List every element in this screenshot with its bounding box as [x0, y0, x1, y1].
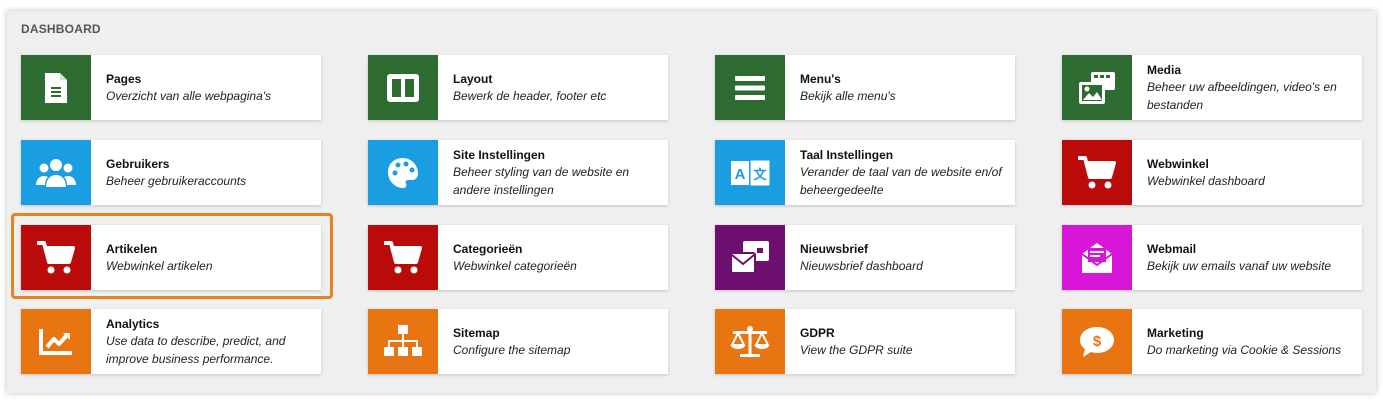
- tile-title: Webmail: [1147, 241, 1197, 256]
- layout-icon: [368, 55, 438, 120]
- tile-pages[interactable]: Pages Overzicht van alle webpagina's: [21, 55, 321, 120]
- tile-media[interactable]: Media Beheer uw afbeeldingen, video's en …: [1062, 55, 1362, 120]
- tile-description: View the GDPR suite: [800, 342, 913, 357]
- svg-text:A: A: [735, 166, 746, 183]
- svg-text:文: 文: [753, 167, 767, 183]
- language-icon: A文: [715, 140, 785, 205]
- tile-description: Webwinkel categorieën: [453, 258, 577, 273]
- selection-highlight: [11, 213, 333, 299]
- tile-categorieen[interactable]: Categorieën Webwinkel categorieën: [368, 225, 668, 290]
- tile-description: Do marketing via Cookie & Sessions: [1147, 342, 1342, 357]
- scale-icon: [715, 309, 785, 374]
- tile-text: Marketing Do marketing via Cookie & Sessi…: [1147, 309, 1354, 374]
- palette-icon: [368, 140, 438, 205]
- chart-icon: [21, 309, 91, 374]
- tile-analytics[interactable]: Analytics Use data to describe, predict, …: [21, 309, 321, 374]
- panel-title: DASHBOARD: [21, 22, 101, 36]
- tile-description: Bekijk alle menu's: [800, 88, 896, 103]
- mail-icon: [1062, 225, 1132, 290]
- tile-sitemap[interactable]: Sitemap Configure the sitemap: [368, 309, 668, 374]
- tile-webwinkel[interactable]: Webwinkel Webwinkel dashboard: [1062, 140, 1362, 205]
- tile-description: Bekijk uw emails vanaf uw website: [1147, 258, 1332, 273]
- tile-title: Marketing: [1147, 325, 1204, 340]
- users-icon: [21, 140, 91, 205]
- tile-marketing[interactable]: $ Marketing Do marketing via Cookie & Sess…: [1062, 309, 1362, 374]
- menu-icon: [715, 55, 785, 120]
- tile-taal-instellingen[interactable]: A 文 Taal Instellingen Verander de taal van …: [715, 140, 1015, 205]
- tile-text: Webwinkel Webwinkel dashboard: [1147, 140, 1354, 205]
- media-icon: [1062, 55, 1132, 120]
- tile-text: Layout Bewerk de header, footer etc: [453, 55, 660, 120]
- tile-text: GDPR View the GDPR suite: [800, 309, 1007, 374]
- document-icon: [21, 55, 91, 120]
- tile-text: Gebruikers Beheer gebruikeraccounts: [106, 140, 313, 205]
- dollar-chat-icon: $: [1062, 309, 1132, 374]
- tile-text: Pages Overzicht van alle webpagina's: [106, 55, 313, 120]
- tile-text: Taal Instellingen Verander de taal van de…: [800, 140, 1007, 205]
- tile-title: Categorieën: [453, 241, 523, 256]
- tile-text: Webmail Bekijk uw emails vanaf uw website: [1147, 225, 1354, 290]
- tile-site-instellingen[interactable]: Site Instellingen Beheer styling van de w…: [368, 140, 668, 205]
- tile-description: Beheer uw afbeeldingen, video's en besta…: [1147, 79, 1337, 112]
- tile-title: Analytics: [106, 316, 160, 331]
- tile-description: Configure the sitemap: [453, 342, 571, 357]
- svg-text:$: $: [1093, 333, 1102, 350]
- sitemap-icon: [368, 309, 438, 374]
- tile-text: Media Beheer uw afbeeldingen, video's en …: [1147, 55, 1354, 120]
- tile-description: Beheer styling van de website en andere …: [453, 164, 630, 197]
- tile-title: Webwinkel: [1147, 156, 1209, 171]
- tile-layout[interactable]: Layout Bewerk de header, footer etc: [368, 55, 668, 120]
- tile-description: Verander de taal van de website en/of be…: [800, 164, 1002, 197]
- newsletter-icon: [715, 225, 785, 290]
- tile-text: Site Instellingen Beheer styling van de w…: [453, 140, 660, 205]
- tile-text: Analytics Use data to describe, predict, …: [106, 309, 313, 374]
- tile-nieuwsbrief[interactable]: Nieuwsbrief Nieuwsbrief dashboard: [715, 225, 1015, 290]
- tile-text: Sitemap Configure the sitemap: [453, 309, 660, 374]
- cart-icon: [1062, 140, 1132, 205]
- tile-description: Overzicht van alle webpagina's: [106, 88, 272, 103]
- tile-menu-s[interactable]: Menu's Bekijk alle menu's: [715, 55, 1015, 120]
- tile-title: Gebruikers: [106, 156, 170, 171]
- tile-title: Site Instellingen: [453, 147, 546, 162]
- tile-title: GDPR: [800, 325, 835, 340]
- tile-title: Menu's: [800, 71, 841, 86]
- tile-description: Webwinkel dashboard: [1147, 173, 1265, 188]
- tile-description: Nieuwsbrief dashboard: [800, 258, 923, 273]
- tile-gdpr[interactable]: GDPR View the GDPR suite: [715, 309, 1015, 374]
- cart-icon: [368, 225, 438, 290]
- tile-title: Layout: [453, 71, 493, 86]
- tile-description: Bewerk de header, footer etc: [453, 88, 607, 103]
- tile-description: Beheer gebruikeraccounts: [106, 173, 247, 188]
- tile-title: Media: [1147, 62, 1182, 77]
- tile-title: Pages: [106, 71, 142, 86]
- tile-webmail[interactable]: Webmail Bekijk uw emails vanaf uw website: [1062, 225, 1362, 290]
- tile-text: Menu's Bekijk alle menu's: [800, 55, 1007, 120]
- tile-gebruikers[interactable]: Gebruikers Beheer gebruikeraccounts: [21, 140, 321, 205]
- tile-description: Use data to describe, predict, and impro…: [106, 333, 286, 366]
- dashboard-panel: DASHBOARD Pages Overzicht van alle webpag…: [7, 11, 1376, 393]
- tile-title: Nieuwsbrief: [800, 241, 869, 256]
- tile-text: Nieuwsbrief Nieuwsbrief dashboard: [800, 225, 1007, 290]
- tile-title: Sitemap: [453, 325, 500, 340]
- tile-title: Taal Instellingen: [800, 147, 894, 162]
- tile-text: Categorieën Webwinkel categorieën: [453, 225, 660, 290]
